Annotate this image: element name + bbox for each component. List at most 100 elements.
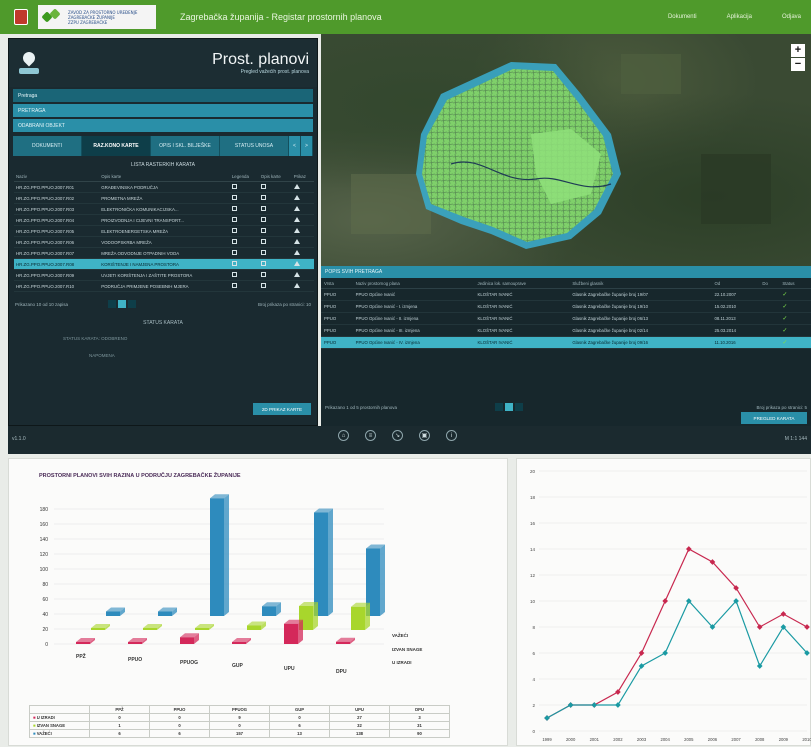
view-icon[interactable] bbox=[293, 239, 300, 244]
column-header[interactable]: Opis karte bbox=[99, 172, 230, 182]
table-row: ■ U IZRADI 0 0 9 0 27 3 bbox=[29, 713, 450, 722]
table-row[interactable]: HR.ZG.PPO.PPUO.2007.R10 PODRUČJA PRIMJENE… bbox=[14, 280, 314, 292]
search-section[interactable]: PRETRAGA bbox=[13, 104, 313, 117]
table-row[interactable]: HR.ZG.PPO.PPUO.2007.R06 VODOOPSKRBA MREŽA bbox=[14, 236, 314, 248]
table-row[interactable]: PPUO PPUO Općine Ivanić - II. izmjena KLOŠ… bbox=[321, 312, 811, 325]
document-icon[interactable] bbox=[231, 184, 237, 189]
document-icon[interactable] bbox=[231, 228, 237, 233]
pager-prev-button[interactable] bbox=[495, 403, 504, 411]
tab-documents[interactable]: DOKUMENTI bbox=[13, 136, 82, 156]
results-pager: Prikazano 1 od 5 prostornih planova Broj… bbox=[325, 403, 807, 411]
search-toggle[interactable]: Pretraga bbox=[13, 89, 313, 102]
document-icon[interactable] bbox=[260, 283, 266, 288]
tab-raster-maps[interactable]: RAZ.KONO KARTE bbox=[82, 136, 151, 156]
document-icon[interactable] bbox=[231, 272, 237, 277]
document-icon[interactable] bbox=[231, 239, 237, 244]
table-row[interactable]: HR.ZG.PPO.PPUO.2007.R07 MREŽA ODVODNJE OT… bbox=[14, 247, 314, 259]
table-row[interactable]: PPUO PPUO Općine Ivanić - I. izmjena KLOŠT… bbox=[321, 300, 811, 313]
link-documents[interactable]: Dokumenti bbox=[668, 14, 697, 20]
view-icon[interactable] bbox=[293, 195, 300, 200]
page-size-select[interactable]: Broj prikaza po stranici: 5 bbox=[756, 405, 807, 410]
view-maps-button[interactable]: PREGLED KARATA bbox=[741, 412, 807, 424]
result-cell: PPUO bbox=[321, 336, 353, 349]
status-title: STATUS KARATA bbox=[143, 320, 183, 326]
view-icon[interactable] bbox=[293, 184, 300, 189]
column-header[interactable]: Naziv bbox=[14, 172, 100, 182]
logo[interactable]: ZAVOD ZA PROSTORNO UREĐENJE ZAGREBAČKE Ž… bbox=[38, 5, 156, 29]
column-header[interactable]: Do bbox=[759, 279, 780, 289]
document-icon[interactable] bbox=[231, 195, 237, 200]
column-header[interactable]: Opis karte bbox=[258, 172, 292, 182]
view-icon[interactable] bbox=[293, 250, 300, 255]
table-row[interactable]: HR.ZG.PPO.PPUO.2007.R01 GRAĐEVINSKA PODRU… bbox=[14, 181, 314, 193]
table-row[interactable]: HR.ZG.PPO.PPUO.2007.R08 KORIŠTENJE I NAMJ… bbox=[14, 258, 314, 270]
document-icon[interactable] bbox=[231, 217, 237, 222]
tab-status[interactable]: STATUS UNOSA bbox=[220, 136, 289, 156]
pager-prev-button[interactable] bbox=[108, 300, 117, 308]
document-icon[interactable] bbox=[260, 272, 266, 277]
document-icon[interactable] bbox=[260, 228, 266, 233]
tab-prev-button[interactable]: < bbox=[289, 136, 301, 156]
x-tick-label: 2010 bbox=[802, 737, 811, 742]
table-row[interactable]: HR.ZG.PPO.PPUO.2007.R03 ELEKTRONIČKA KOMU… bbox=[14, 203, 314, 215]
document-icon[interactable] bbox=[260, 206, 266, 211]
document-icon[interactable] bbox=[260, 261, 266, 266]
link-application[interactable]: Aplikacija bbox=[727, 14, 752, 20]
column-header[interactable]: Vrsta bbox=[321, 279, 353, 289]
pager-page-button[interactable] bbox=[505, 403, 514, 411]
column-header[interactable]: Jedinica lok. samouprave bbox=[474, 279, 570, 289]
table-row[interactable]: HR.ZG.PPO.PPUO.2007.R04 PROIZVODNJA I CIJ… bbox=[14, 214, 314, 226]
table-row[interactable]: PPUO PPUO Općine Ivanić - IV. izmjena KLOŠ… bbox=[321, 336, 811, 349]
chart-data-table: PPŽ PPUO PPUOG GUP UPU DPU ■ U IZRADI 0 0 9 0 27 3 ■… bbox=[29, 705, 450, 738]
document-icon[interactable] bbox=[231, 283, 237, 288]
link-logout[interactable]: Odjava bbox=[782, 14, 801, 20]
tab-next-button[interactable]: > bbox=[301, 136, 313, 156]
view-icon[interactable] bbox=[293, 272, 300, 277]
table-row[interactable]: PPUO PPUO Općine Ivanić - III. izmjena KLO… bbox=[321, 324, 811, 337]
home-icon[interactable]: ⌂ bbox=[338, 430, 349, 441]
column-header[interactable]: Legenda bbox=[229, 172, 259, 182]
page-size-select[interactable]: Broj prikaza po stranici: 10 bbox=[258, 302, 311, 307]
column-header[interactable]: Prikaz bbox=[291, 172, 314, 182]
tab-notes[interactable]: OPIS I SKL. BILJEŠKE bbox=[151, 136, 220, 156]
result-cell bbox=[759, 300, 780, 313]
pager-next-button[interactable] bbox=[128, 300, 137, 308]
pager-page-button[interactable] bbox=[118, 300, 127, 308]
view-icon[interactable] bbox=[293, 261, 300, 266]
document-icon[interactable] bbox=[231, 206, 237, 211]
selected-object-section[interactable]: ODABRANI OBJEKT bbox=[13, 119, 313, 132]
view-icon[interactable] bbox=[293, 283, 300, 288]
series-label: U IZRADI bbox=[392, 660, 412, 665]
version-label: v1.1.0 bbox=[12, 436, 26, 442]
column-header[interactable]: Službeni glasnik bbox=[569, 279, 712, 289]
document-icon[interactable] bbox=[231, 250, 237, 255]
document-icon[interactable] bbox=[260, 217, 266, 222]
column-header[interactable]: Status bbox=[779, 279, 811, 289]
measure-icon[interactable]: ↘ bbox=[392, 430, 403, 441]
print-icon[interactable]: ▣ bbox=[419, 430, 430, 441]
x-tick-label: 2001 bbox=[590, 737, 600, 742]
column-header[interactable]: Od bbox=[711, 279, 760, 289]
layers-icon[interactable]: ≡ bbox=[365, 430, 376, 441]
document-icon[interactable] bbox=[231, 261, 237, 266]
column-header[interactable]: Naziv prostornog plana bbox=[352, 279, 475, 289]
pager-next-button[interactable] bbox=[515, 403, 524, 411]
map-view-button[interactable]: 2D PRIKAZ KARTE bbox=[253, 403, 311, 415]
zoom-out-button[interactable]: − bbox=[791, 58, 805, 71]
view-icon[interactable] bbox=[293, 217, 300, 222]
document-icon[interactable] bbox=[260, 184, 266, 189]
zoom-in-button[interactable]: + bbox=[791, 44, 805, 57]
map-view[interactable]: + − bbox=[321, 34, 811, 266]
document-icon[interactable] bbox=[260, 250, 266, 255]
table-row[interactable]: HR.ZG.PPO.PPUO.2007.R09 UVJETI KORIŠTENJA… bbox=[14, 269, 314, 281]
document-icon[interactable] bbox=[260, 195, 266, 200]
top-bar: ZAVOD ZA PROSTORNO UREĐENJE ZAGREBAČKE Ž… bbox=[0, 0, 811, 34]
view-icon[interactable] bbox=[293, 228, 300, 233]
info-icon[interactable]: i bbox=[446, 430, 457, 441]
table-row[interactable]: PPUO PPUO Općine Ivanić KLOŠTAR IVANIĆ Glas… bbox=[321, 288, 811, 301]
table-row[interactable]: HR.ZG.PPO.PPUO.2007.R05 ELEKTROENERGETSKA… bbox=[14, 225, 314, 237]
left-panel: Prost. planovi Pregled važećih prost. pl… bbox=[8, 38, 318, 426]
table-row[interactable]: HR.ZG.PPO.PPUO.2007.R02 PROMETNA MREŽA bbox=[14, 192, 314, 204]
document-icon[interactable] bbox=[260, 239, 266, 244]
view-icon[interactable] bbox=[293, 206, 300, 211]
